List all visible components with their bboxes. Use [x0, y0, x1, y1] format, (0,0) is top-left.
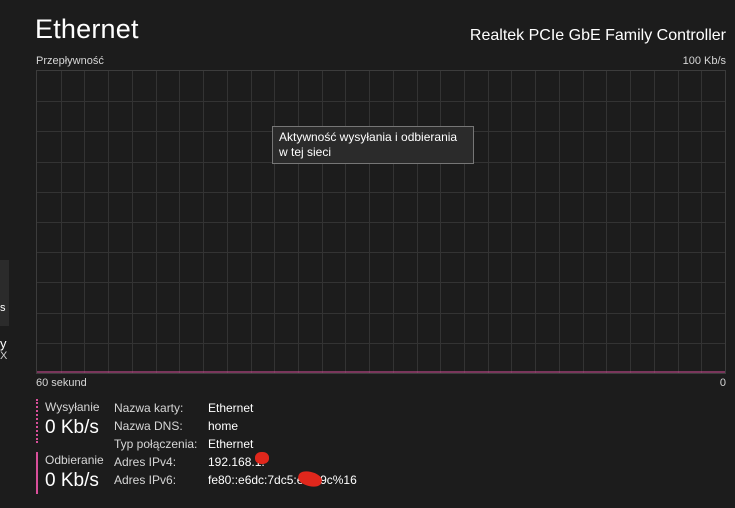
detail-key: Adres IPv6: [114, 473, 177, 487]
detail-value: fe80::e6dc:7dc5:e a99c%16 [208, 473, 357, 487]
throughput-graph[interactable] [36, 70, 726, 374]
detail-key: Nazwa DNS: [114, 419, 183, 433]
receive-stat: Odbieranie 0 Kb/s [36, 452, 104, 494]
redaction-mark [255, 452, 269, 464]
detail-value: Ethernet [208, 437, 254, 451]
sidebar-fragment-text: X [0, 350, 8, 362]
performance-panel: s y X Ethernet Realtek PCIe GbE Family C… [0, 0, 735, 508]
graph-y-max-label: 100 Kb/s [682, 55, 726, 67]
graph-x-right-label: 0 [719, 377, 726, 389]
detail-key: Nazwa karty: [114, 401, 184, 415]
detail-row: Nazwa DNS: home [114, 417, 357, 435]
connection-details: Nazwa karty: Ethernet Nazwa DNS: home Ty… [114, 399, 357, 489]
send-value: 0 Kb/s [45, 417, 99, 438]
adapter-name: Realtek PCIe GbE Family Controller [469, 27, 726, 44]
detail-value: Ethernet [208, 401, 254, 415]
receive-label: Odbieranie [45, 453, 104, 467]
graph-y-label: Przepływność [36, 55, 104, 67]
sidebar-fragment-text: s [0, 302, 6, 314]
detail-value: home [208, 419, 239, 433]
graph-x-left-label: 60 sekund [36, 377, 87, 389]
receive-value: 0 Kb/s [45, 470, 99, 491]
sidebar-fragment-text: y [0, 336, 7, 351]
detail-row: Typ połączenia: Ethernet [114, 435, 357, 453]
send-label: Wysyłanie [45, 400, 100, 414]
graph-grid [37, 71, 725, 373]
detail-row: Adres IPv4: 192.168.1. [114, 453, 357, 471]
left-sidebar-sliver[interactable] [0, 260, 9, 326]
page-title: Ethernet [35, 14, 139, 44]
detail-row: Nazwa karty: Ethernet [114, 399, 357, 417]
detail-key: Adres IPv4: [114, 455, 177, 469]
graph-tooltip: Aktywność wysyłania i odbierania w tej s… [272, 126, 474, 164]
send-stat: Wysyłanie 0 Kb/s [36, 399, 100, 443]
detail-key: Typ połączenia: [114, 437, 198, 451]
